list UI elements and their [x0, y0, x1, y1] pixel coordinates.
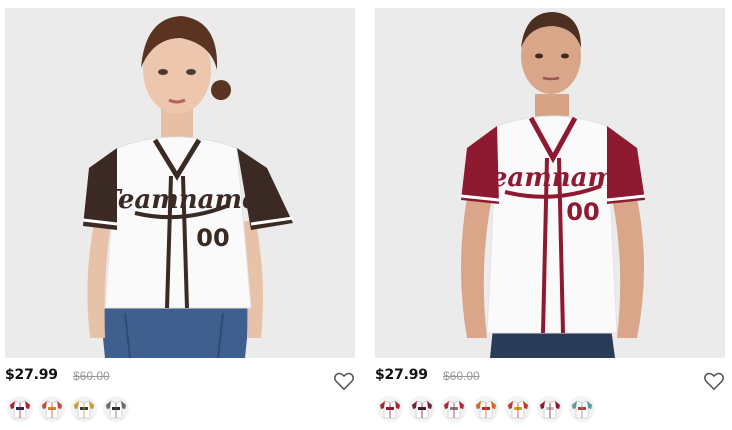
price-row: $27.99 $60.00 — [375, 367, 725, 391]
jersey-swatch-icon — [475, 400, 497, 419]
color-swatch-2[interactable] — [39, 396, 65, 422]
jersey-swatch-icon — [411, 400, 433, 419]
color-swatch-7[interactable] — [569, 396, 595, 422]
color-swatch-1[interactable] — [7, 396, 33, 422]
model-photo-woman: Teamname 00 — [82, 16, 294, 358]
sale-price: $27.99 — [375, 367, 428, 383]
jersey-swatch-icon — [571, 400, 593, 419]
original-price: $60.00 — [443, 369, 480, 383]
color-swatch-3[interactable] — [71, 396, 97, 422]
wishlist-heart-icon[interactable] — [703, 371, 725, 391]
jersey-swatch-icon — [73, 400, 95, 419]
product-grid: Teamname 00 $27.99 $60.00 Teamname 00 $2… — [0, 0, 732, 430]
color-swatch-1[interactable] — [377, 396, 403, 422]
product-image[interactable]: Teamname 00 — [375, 8, 725, 358]
color-swatch-5[interactable] — [505, 396, 531, 422]
color-swatch-4[interactable] — [473, 396, 499, 422]
jersey-swatch-icon — [507, 400, 529, 419]
price-row: $27.99 $60.00 — [5, 367, 355, 391]
jersey-swatch-icon — [9, 400, 31, 419]
jersey-swatch-icon — [41, 400, 63, 419]
color-swatch-4[interactable] — [103, 396, 129, 422]
jersey-swatch-icon — [379, 400, 401, 419]
sale-price: $27.99 — [5, 367, 58, 383]
original-price: $60.00 — [73, 369, 110, 383]
jersey-swatch-icon — [105, 400, 127, 419]
color-swatch-3[interactable] — [441, 396, 467, 422]
svg-text:00: 00 — [566, 198, 599, 226]
color-swatch-6[interactable] — [537, 396, 563, 422]
svg-text:00: 00 — [196, 224, 229, 252]
product-image[interactable]: Teamname 00 — [5, 8, 355, 358]
jersey-swatch-icon — [539, 400, 561, 419]
color-swatch-2[interactable] — [409, 396, 435, 422]
wishlist-heart-icon[interactable] — [333, 371, 355, 391]
svg-text:Teamname: Teamname — [101, 185, 258, 215]
jersey-swatch-icon — [443, 400, 465, 419]
model-photo-man: Teamname 00 — [460, 12, 646, 358]
svg-text:Teamname: Teamname — [474, 163, 631, 193]
